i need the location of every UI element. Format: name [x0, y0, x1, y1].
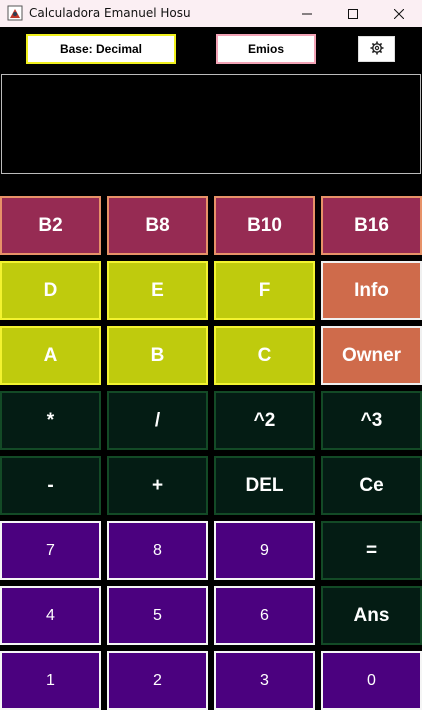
multiply-button[interactable]: *: [0, 391, 101, 450]
digit-7-button[interactable]: 7: [0, 521, 101, 580]
c-button[interactable]: C: [214, 326, 315, 385]
delete-button[interactable]: DEL: [214, 456, 315, 515]
owner-button[interactable]: Owner: [321, 326, 422, 385]
b2-button[interactable]: B2: [0, 196, 101, 255]
digit-2-button[interactable]: 2: [107, 651, 208, 710]
clear-entry-button[interactable]: Ce: [321, 456, 422, 515]
digit-1-button[interactable]: 1: [0, 651, 101, 710]
settings-button[interactable]: [358, 36, 395, 62]
gear-icon: [370, 41, 384, 58]
a-button[interactable]: A: [0, 326, 101, 385]
square-button[interactable]: ^2: [214, 391, 315, 450]
digit-5-button[interactable]: 5: [107, 586, 208, 645]
divide-button[interactable]: /: [107, 391, 208, 450]
d-button[interactable]: D: [0, 261, 101, 320]
base-selector-button[interactable]: Base: Decimal: [26, 34, 176, 64]
minimize-button[interactable]: [284, 0, 330, 27]
equals-button[interactable]: =: [321, 521, 422, 580]
digit-0-button[interactable]: 0: [321, 651, 422, 710]
e-button[interactable]: E: [107, 261, 208, 320]
app-icon: [7, 5, 23, 21]
maximize-button[interactable]: [330, 0, 376, 27]
info-button[interactable]: Info: [321, 261, 422, 320]
b8-button[interactable]: B8: [107, 196, 208, 255]
emios-button[interactable]: Emios: [216, 34, 316, 64]
minus-button[interactable]: -: [0, 456, 101, 515]
digit-8-button[interactable]: 8: [107, 521, 208, 580]
b10-button[interactable]: B10: [214, 196, 315, 255]
digit-9-button[interactable]: 9: [214, 521, 315, 580]
plus-button[interactable]: +: [107, 456, 208, 515]
title-bar: Calculadora Emanuel Hosu: [0, 0, 422, 27]
digit-4-button[interactable]: 4: [0, 586, 101, 645]
digit-3-button[interactable]: 3: [214, 651, 315, 710]
digit-6-button[interactable]: 6: [214, 586, 315, 645]
b16-button[interactable]: B16: [321, 196, 422, 255]
close-button[interactable]: [376, 0, 422, 27]
b-button[interactable]: B: [107, 326, 208, 385]
ans-button[interactable]: Ans: [321, 586, 422, 645]
calculator-display: [1, 74, 421, 174]
cube-button[interactable]: ^3: [321, 391, 422, 450]
window-title: Calculadora Emanuel Hosu: [29, 6, 191, 20]
f-button[interactable]: F: [214, 261, 315, 320]
